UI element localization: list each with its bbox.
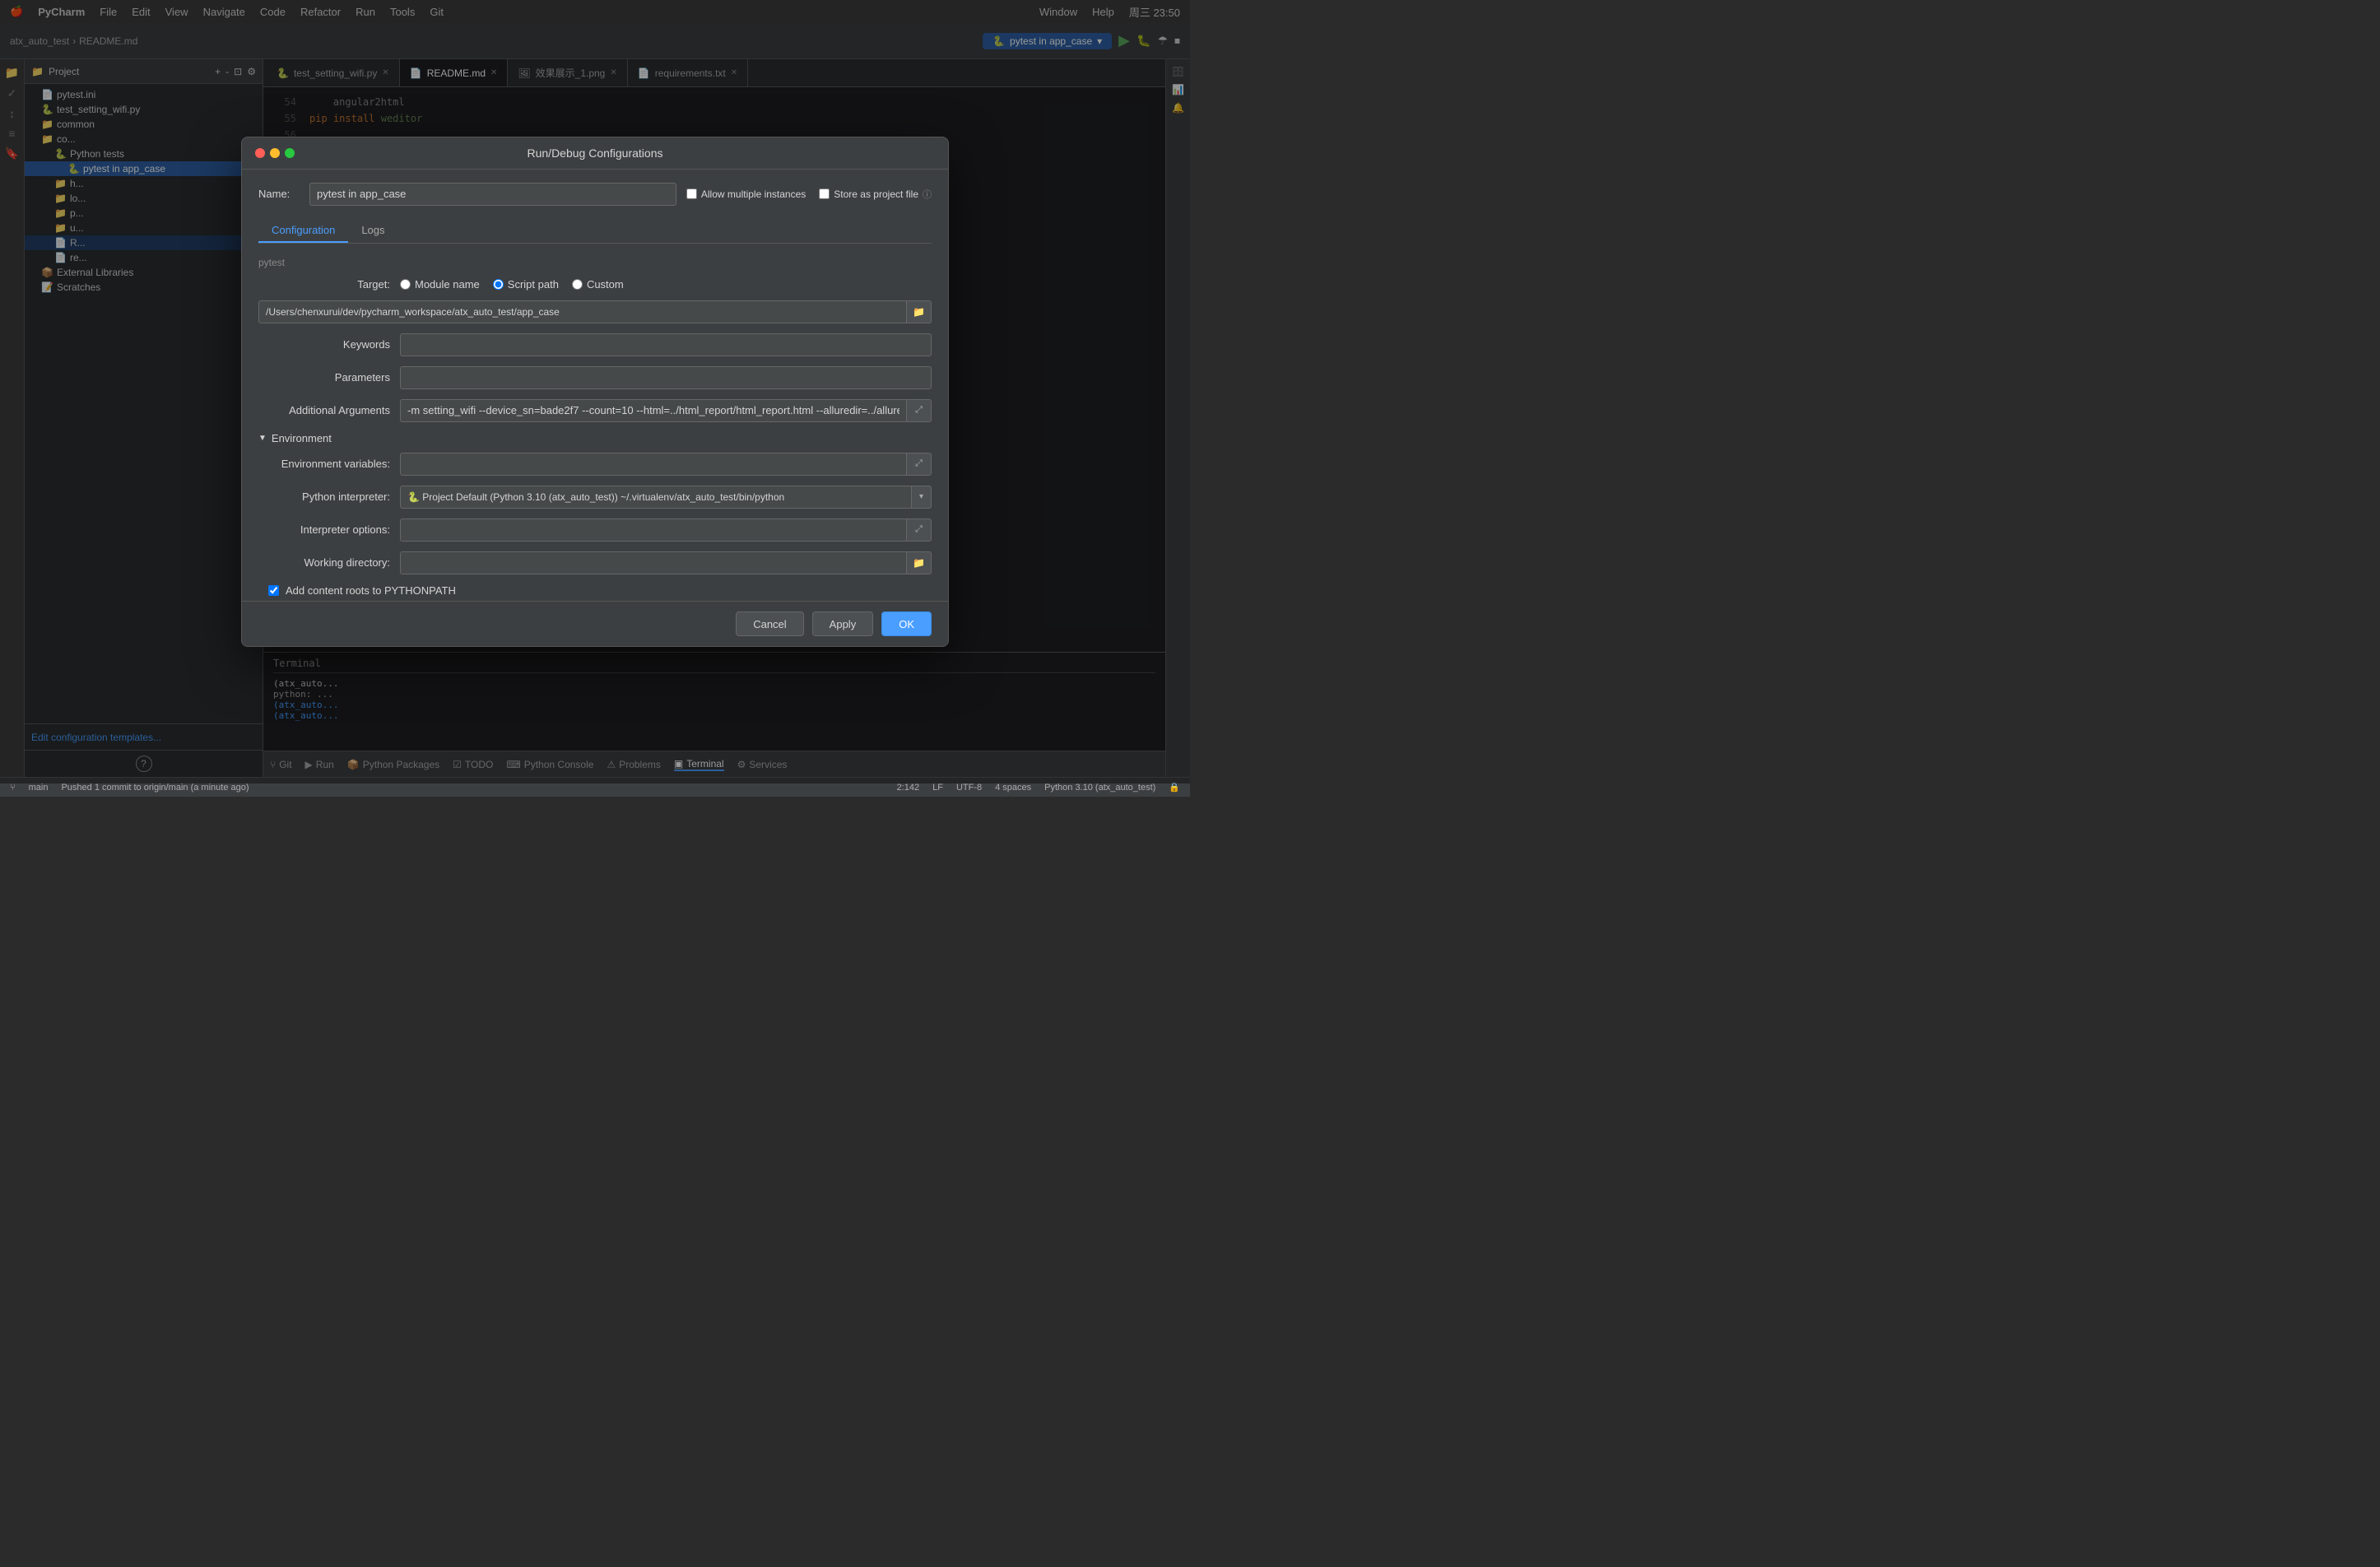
dialog-overlay: Run/Debug Configurations Name: Allow mul… xyxy=(0,0,1190,784)
parameters-row: Parameters xyxy=(258,366,932,389)
store-as-project-checkbox[interactable] xyxy=(819,188,830,199)
dialog-footer: Cancel Apply OK xyxy=(242,601,948,646)
close-window-button[interactable] xyxy=(255,148,265,158)
parameters-label: Parameters xyxy=(258,371,390,384)
checkbox-group: Allow multiple instances Store as projec… xyxy=(686,188,932,201)
name-row: Name: Allow multiple instances Store as … xyxy=(258,183,932,206)
allow-multiple-checkbox[interactable] xyxy=(686,188,697,199)
dialog-title: Run/Debug Configurations xyxy=(255,146,935,160)
add-content-roots-label: Add content roots to PYTHONPATH xyxy=(286,584,456,597)
environment-label: Environment xyxy=(272,432,332,444)
target-label: Target: xyxy=(258,278,390,291)
browse-path-button[interactable]: 📁 xyxy=(907,300,932,323)
expand-interpreter-options-button[interactable]: ⤢ xyxy=(907,518,932,542)
additional-args-label: Additional Arguments xyxy=(258,404,390,416)
path-row: 📁 xyxy=(258,300,932,323)
interpreter-options-label: Interpreter options: xyxy=(258,523,390,536)
additional-args-input[interactable] xyxy=(400,399,907,422)
python-interpreter-dropdown-button[interactable]: ▾ xyxy=(912,486,932,509)
environment-section-header[interactable]: ▼ Environment xyxy=(258,432,932,444)
environment-arrow-icon: ▼ xyxy=(258,434,267,443)
minimize-window-button[interactable] xyxy=(270,148,280,158)
lf-label[interactable]: LF xyxy=(932,783,943,793)
target-row: Target: Module name Script path Custom xyxy=(258,278,932,291)
line-col: 2:142 xyxy=(897,783,920,793)
working-dir-container: 📁 xyxy=(400,551,932,574)
tab-configuration[interactable]: Configuration xyxy=(258,219,348,243)
radio-script-path[interactable]: Script path xyxy=(493,278,559,291)
expand-env-button[interactable]: ⤢ xyxy=(907,453,932,476)
python-interpreter-label: Python interpreter: xyxy=(258,491,390,503)
apply-button[interactable]: Apply xyxy=(812,611,874,636)
interpreter-options-container: ⤢ xyxy=(400,518,932,542)
info-icon: ⓘ xyxy=(923,188,932,201)
working-dir-label: Working directory: xyxy=(258,556,390,569)
interpreter-options-row: Interpreter options: ⤢ xyxy=(258,518,932,542)
encoding-label[interactable]: UTF-8 xyxy=(956,783,982,793)
name-label: Name: xyxy=(258,188,300,200)
radio-custom[interactable]: Custom xyxy=(572,278,624,291)
pushed-label: Pushed 1 commit to origin/main (a minute… xyxy=(61,783,249,793)
tab-logs[interactable]: Logs xyxy=(348,219,397,243)
env-vars-container: ⤢ xyxy=(400,453,932,476)
python-interpreter-dropdown-container: 🐍 Project Default (Python 3.10 (atx_auto… xyxy=(400,486,932,509)
cancel-button[interactable]: Cancel xyxy=(736,611,803,636)
maximize-window-button[interactable] xyxy=(285,148,295,158)
additional-args-container: ⤢ xyxy=(400,399,932,422)
python-interpreter-row: Python interpreter: 🐍 Project Default (P… xyxy=(258,486,932,509)
env-vars-label: Environment variables: xyxy=(258,458,390,470)
keywords-input[interactable] xyxy=(400,333,932,356)
env-vars-input[interactable] xyxy=(400,453,907,476)
run-debug-config-dialog: Run/Debug Configurations Name: Allow mul… xyxy=(241,137,949,647)
keywords-row: Keywords xyxy=(258,333,932,356)
env-vars-row: Environment variables: ⤢ xyxy=(258,453,932,476)
python-version-label[interactable]: Python 3.10 (atx_auto_test) xyxy=(1044,783,1155,793)
parameters-input[interactable] xyxy=(400,366,932,389)
working-dir-row: Working directory: 📁 xyxy=(258,551,932,574)
dialog-body: Name: Allow multiple instances Store as … xyxy=(242,170,948,601)
browse-working-dir-button[interactable]: 📁 xyxy=(907,551,932,574)
allow-multiple-label[interactable]: Allow multiple instances xyxy=(686,188,806,200)
dialog-tabs: Configuration Logs xyxy=(258,219,932,244)
dialog-titlebar: Run/Debug Configurations xyxy=(242,137,948,170)
working-dir-input[interactable] xyxy=(400,551,907,574)
ok-button[interactable]: OK xyxy=(881,611,932,636)
indent-label[interactable]: 4 spaces xyxy=(995,783,1031,793)
pytest-label: pytest xyxy=(258,257,932,268)
keywords-label: Keywords xyxy=(258,338,390,351)
expand-args-button[interactable]: ⤢ xyxy=(907,399,932,422)
add-content-roots-checkbox[interactable] xyxy=(268,585,279,596)
add-content-roots-row: Add content roots to PYTHONPATH xyxy=(258,584,932,597)
radio-module-name[interactable]: Module name xyxy=(400,278,480,291)
python-interpreter-select[interactable]: 🐍 Project Default (Python 3.10 (atx_auto… xyxy=(400,486,912,509)
git-branch-label[interactable]: main xyxy=(29,783,49,793)
target-radio-group: Module name Script path Custom xyxy=(400,278,624,291)
traffic-lights xyxy=(255,148,295,158)
name-input[interactable] xyxy=(309,183,676,206)
store-as-project-label[interactable]: Store as project file ⓘ xyxy=(819,188,932,201)
interpreter-options-input[interactable] xyxy=(400,518,907,542)
script-path-input[interactable] xyxy=(258,300,907,323)
additional-args-row: Additional Arguments ⤢ xyxy=(258,399,932,422)
git-branch-icon: ⑂ xyxy=(10,783,16,793)
